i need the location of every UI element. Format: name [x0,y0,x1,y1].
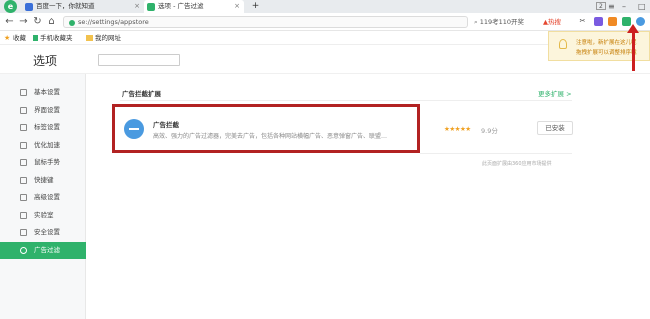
page-title: 选项 [33,54,58,68]
sidebar-item-shortcuts[interactable]: 快捷键 [0,172,86,189]
close-icon[interactable]: × [234,0,240,13]
sidebar-item-speed[interactable]: 优化加速 [0,137,86,154]
installed-button[interactable]: 已安装 [537,121,573,135]
divider [120,100,572,101]
lab-icon [20,212,27,219]
tab-settings[interactable]: 选项 - 广告过滤 × [144,0,244,13]
close-icon[interactable]: × [134,0,140,13]
address-bar[interactable]: se://settings/appstore [63,16,468,28]
menu-icon[interactable]: ≡ [608,0,615,13]
paw-icon [25,3,33,11]
divider [420,153,572,154]
back-icon[interactable]: ← [4,16,15,27]
block-icon [20,247,27,254]
toolbar: ← → ↻ ⌂ se://settings/appstore ⌕ 119考110… [0,13,650,31]
rocket-icon [20,142,27,149]
star-icon: ★ [4,34,11,42]
secure-icon [69,20,75,26]
mouse-icon [20,159,27,166]
annotation-arrow [632,30,635,71]
settings-sidebar: 基本设置 界面设置 标签设置 优化加速 鼠标手势 快捷键 高级设置 实验室 安全… [0,74,86,319]
window-count-badge[interactable]: 2 [596,2,606,10]
new-tab-button[interactable]: + [250,1,261,12]
extension-icon[interactable] [594,17,603,26]
phone-icon [33,35,38,41]
maximize-icon[interactable]: □ [638,0,646,13]
adblock-icon [124,119,144,139]
sidebar-item-lab[interactable]: 实验室 [0,207,86,224]
tooltip-line: 拖拽扩展可以调整排序哦 [576,50,637,56]
tab-label: 百度一下，你就知道 [36,2,95,10]
gear-icon [20,89,27,96]
hot-search[interactable]: ▲热搜 [543,16,561,28]
sidebar-item-adblock[interactable]: 广告过滤 [0,242,86,259]
extension-description: 高效、强力的广告过滤器，完美去广告，包括各种网站横幅广告、恶意弹窗广告、联盟… [153,133,388,140]
sidebar-item-interface[interactable]: 界面设置 [0,102,86,119]
home-icon[interactable]: ⌂ [46,16,57,27]
sidebar-item-advanced[interactable]: 高级设置 [0,189,86,206]
settings-search-input[interactable] [98,54,180,66]
tag-icon [20,124,27,131]
scissors-icon[interactable]: ✂ [578,17,587,26]
extension-card[interactable]: 广告拦截 高效、强力的广告过滤器，完美去广告，包括各种网站横幅广告、恶意弹窗广告… [112,104,420,153]
tooltip-line: 注意啦，新扩展在这儿呢 [576,40,637,46]
sidebar-item-tabs[interactable]: 标签设置 [0,119,86,136]
bookmark-item[interactable]: ★ 收藏 [4,31,26,45]
url-text: se://settings/appstore [78,18,149,26]
folder-icon [86,35,93,41]
bookmark-item[interactable]: 手机收藏夹 [33,31,73,45]
settings-icon [147,3,155,11]
sidebar-item-security[interactable]: 安全设置 [0,224,86,241]
extension-name: 广告拦截 [153,121,179,129]
section-title: 广告拦截扩展 [122,90,161,98]
lightbulb-icon [559,39,567,49]
search-hint[interactable]: ⌕ 119考110开奖 [474,16,532,28]
shield-icon [20,229,27,236]
more-extensions-link[interactable]: 更多扩展 > [538,88,572,98]
bookmark-item[interactable]: 我的网址 [86,31,121,45]
forward-icon[interactable]: → [18,16,29,27]
rating-stars: ★★★★★ [444,125,471,133]
keyboard-icon [20,177,27,184]
minimize-icon[interactable]: – [622,0,626,13]
sidebar-item-basic[interactable]: 基本设置 [0,84,86,101]
reload-icon[interactable]: ↻ [32,16,43,27]
tab-baidu[interactable]: 百度一下，你就知道 × [22,0,144,13]
provider-note: 此页面扩展由360应用市场提供 [482,161,552,167]
browser-logo-icon[interactable]: e [4,0,17,13]
tab-bar: e 百度一下，你就知道 × 选项 - 广告过滤 × + 2 ≡ – □ [0,0,650,13]
sidebar-item-mouse[interactable]: 鼠标手势 [0,154,86,171]
fox-extension-icon[interactable] [608,17,617,26]
tab-label: 选项 - 广告过滤 [158,2,204,10]
layout-icon [20,107,27,114]
rating-score: 9.9分 [481,127,498,135]
advanced-icon [20,194,27,201]
